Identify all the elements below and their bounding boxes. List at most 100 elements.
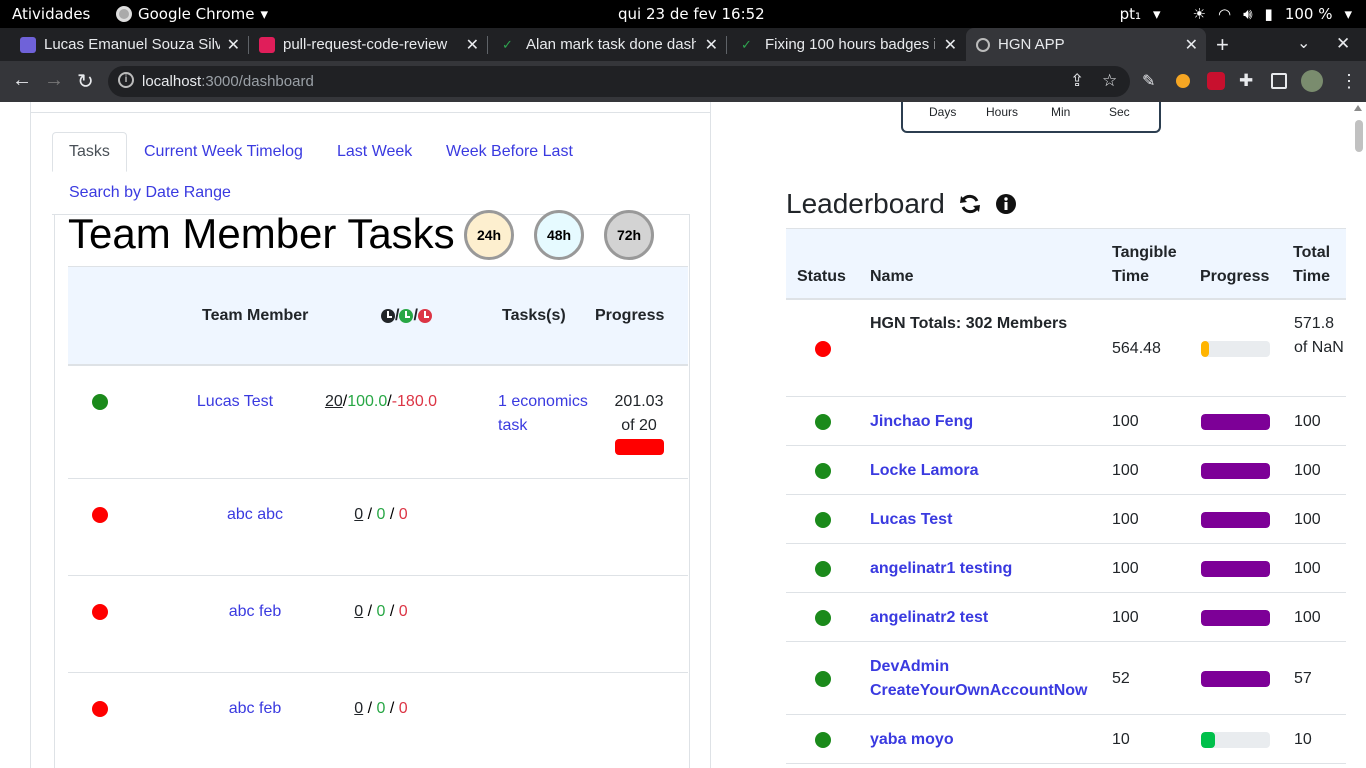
progress-fill — [1201, 731, 1215, 748]
check-icon: ✓ — [741, 36, 752, 52]
tab-tasks[interactable]: Tasks — [52, 132, 127, 172]
page-scrollbar[interactable] — [1350, 102, 1366, 768]
browser-tab-active[interactable]: HGN APP ✕ — [966, 28, 1206, 61]
progress-fill — [1201, 670, 1270, 687]
member-name-link[interactable]: angelinatr1 testing — [870, 557, 1100, 581]
forward-icon[interactable]: → — [44, 69, 64, 92]
app-menu[interactable]: Google Chrome ▾ — [116, 5, 268, 23]
tasks-card: Tasks Current Week Timelog Last Week Wee… — [30, 102, 711, 768]
header-time-icons: / / — [381, 307, 432, 325]
tab-search-by-date-range[interactable]: Search by Date Range — [69, 184, 231, 202]
member-name-link[interactable]: abc feb — [180, 603, 330, 621]
header-progress: Progress — [595, 307, 665, 324]
member-name-link[interactable]: abc feb — [180, 700, 330, 718]
tab-title: Fixing 100 hours badges is — [765, 36, 935, 53]
tangible-time: 52 — [1112, 669, 1130, 687]
close-icon[interactable]: ✕ — [466, 35, 479, 55]
timer-hours-label: Hours — [986, 105, 1019, 119]
browser-tab[interactable]: ✓ Alan mark task done dashb ✕ — [488, 28, 726, 61]
kebab-menu-icon[interactable]: ⋮ — [1340, 71, 1360, 91]
status-dot — [815, 511, 831, 528]
url-text[interactable]: localhost:3000/dashboard — [142, 73, 314, 90]
status-dot — [815, 413, 831, 430]
task-link[interactable]: 1 economics task — [498, 390, 598, 438]
refresh-icon[interactable] — [959, 193, 981, 215]
status-dot — [815, 560, 831, 577]
member-name-link[interactable]: Locke Lamora — [870, 459, 1100, 483]
total-time: 57 — [1294, 669, 1312, 687]
new-tab-icon[interactable]: + — [1216, 32, 1229, 58]
profile-avatar[interactable] — [1301, 70, 1323, 92]
table-row: angelinatr1 testing 100 100 — [786, 544, 1346, 593]
tab-title: Lucas Emanuel Souza Silva — [44, 36, 220, 53]
tab-title: Alan mark task done dashb — [526, 36, 696, 53]
progress-fill — [1201, 340, 1210, 357]
progress-fill — [1201, 462, 1270, 479]
progress-fill — [1201, 413, 1270, 430]
brightness-icon: ☀ — [1192, 5, 1206, 23]
leaderboard-title: Leaderboard — [786, 188, 945, 219]
activities-button[interactable]: Atividades — [12, 5, 90, 23]
header-tangible-time: Time — [1112, 268, 1150, 285]
total-time: 100 — [1294, 461, 1321, 479]
filter-48h-button[interactable]: 48h — [534, 210, 584, 260]
tab-search-icon[interactable]: ⌄ — [1297, 33, 1310, 53]
timer-days-label: Days — [929, 105, 957, 119]
extension-icon[interactable] — [1176, 74, 1190, 88]
side-panel-icon[interactable] — [1271, 73, 1287, 89]
system-top-bar: Atividades Google Chrome ▾ qui 23 de fev… — [0, 0, 1366, 28]
member-name-link[interactable]: yaba moyo — [870, 728, 1100, 752]
tangible-time: 10 — [1112, 730, 1130, 748]
header-total-time: Time — [1293, 268, 1331, 285]
address-bar[interactable]: i localhost:3000/dashboard ⇪ ☆ — [108, 66, 1130, 97]
back-icon[interactable]: ← — [12, 69, 32, 92]
system-tray[interactable]: pt₁ ▾ ☀ ◠ 🔊︎ ▮ 100 % ▾ — [1120, 5, 1352, 23]
close-icon[interactable]: ✕ — [1185, 35, 1198, 55]
member-name-link[interactable]: Jinchao Feng — [870, 410, 1100, 434]
close-icon[interactable]: ✕ — [227, 35, 240, 55]
tab-title: pull-request-code-review — [283, 36, 448, 53]
total-time: 100 — [1294, 559, 1321, 577]
member-name-link[interactable]: Lucas Test — [160, 393, 310, 411]
filter-72h-button[interactable]: 72h — [604, 210, 654, 260]
table-row: Lucas Test 20/100.0/-180.0 1 economics t… — [68, 366, 688, 479]
scrollbar-thumb[interactable] — [1355, 120, 1363, 152]
browser-tab[interactable]: ✓ Fixing 100 hours badges is ✕ — [727, 28, 965, 61]
progress-bar — [1201, 609, 1270, 626]
member-name-link[interactable]: Lucas Test — [870, 508, 1100, 532]
bookmark-star-icon[interactable]: ☆ — [1102, 71, 1117, 91]
member-name-link[interactable]: DevAdmin CreateYourOwnAccountNow — [870, 655, 1090, 703]
clock[interactable]: qui 23 de fev 16:52 — [618, 5, 765, 23]
extension-icon[interactable] — [1207, 72, 1225, 90]
status-dot — [92, 394, 108, 410]
status-dot — [815, 670, 831, 687]
filter-24h-button[interactable]: 24h — [464, 210, 514, 260]
share-icon[interactable]: ⇪ — [1070, 71, 1084, 91]
tangible-time: 100 — [1112, 559, 1139, 577]
member-name-link[interactable]: angelinatr2 test — [870, 606, 1100, 630]
team-member-tasks-title: Team Member Tasks — [68, 210, 455, 257]
scroll-up-icon[interactable] — [1354, 105, 1362, 111]
window-close-icon[interactable]: ✕ — [1336, 34, 1350, 54]
globe-icon — [976, 37, 990, 52]
tab-week-before-last[interactable]: Week Before Last — [446, 143, 573, 161]
table-row: angelinatr2 test 100 100 — [786, 593, 1346, 642]
pen-extension-icon[interactable]: ✎ — [1142, 71, 1162, 91]
tab-current-week-timelog[interactable]: Current Week Timelog — [144, 143, 303, 161]
close-icon[interactable]: ✕ — [944, 35, 957, 55]
tangible-time: 100 — [1112, 461, 1139, 479]
total-time: 10 — [1294, 730, 1312, 748]
tab-last-week[interactable]: Last Week — [337, 143, 412, 161]
browser-tab-bar: Lucas Emanuel Souza Silva ✕ pull-request… — [0, 28, 1366, 61]
browser-tab[interactable]: pull-request-code-review ✕ — [249, 28, 487, 61]
info-icon[interactable] — [995, 193, 1017, 215]
table-row: HGN Totals: 302 Members 564.48 571.8 of Na… — [786, 300, 1346, 397]
puzzle-extensions-icon[interactable]: ✚ — [1239, 71, 1259, 91]
member-name-link[interactable]: abc abc — [180, 506, 330, 524]
browser-tab[interactable]: Lucas Emanuel Souza Silva ✕ — [10, 28, 248, 61]
site-info-icon[interactable]: i — [118, 72, 134, 88]
reload-icon[interactable]: ↻ — [77, 69, 94, 94]
keyboard-layout[interactable]: pt₁ — [1120, 5, 1141, 23]
tangible-time: 564.48 — [1112, 339, 1161, 357]
close-icon[interactable]: ✕ — [705, 35, 718, 55]
